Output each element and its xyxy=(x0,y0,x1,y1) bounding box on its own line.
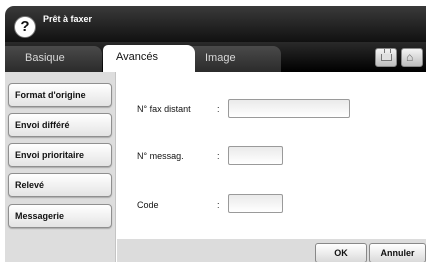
message-number-colon: : xyxy=(217,151,220,161)
message-number-field[interactable] xyxy=(228,146,283,165)
tab-bar: Basique Image Avancés ⌂ xyxy=(5,42,426,72)
sidebar-item-envoi-prioritaire[interactable]: Envoi prioritaire xyxy=(8,143,112,167)
sidebar-item-format-origine[interactable]: Format d'origine xyxy=(8,83,112,107)
tray-icon xyxy=(381,49,392,61)
home-icon: ⌂ xyxy=(406,50,414,64)
code-label: Code xyxy=(137,200,159,210)
fax-number-field[interactable] xyxy=(228,99,350,118)
help-icon[interactable]: ? xyxy=(14,16,36,38)
sidebar-item-messagerie[interactable]: Messagerie xyxy=(8,204,112,228)
title-bar: ? Prêt à faxer xyxy=(5,6,426,42)
sidebar: Format d'origine Envoi différé Envoi pri… xyxy=(5,72,116,262)
tab-avances[interactable]: Avancés xyxy=(103,45,195,72)
fax-number-label: N° fax distant xyxy=(137,104,191,114)
content-area: Format d'origine Envoi différé Envoi pri… xyxy=(5,72,426,262)
tray-button[interactable] xyxy=(375,48,397,67)
fax-number-colon: : xyxy=(217,104,220,114)
code-colon: : xyxy=(217,200,220,210)
fax-screen: ? Prêt à faxer Basique Image Avancés ⌂ F… xyxy=(0,0,426,262)
sidebar-item-envoi-differe[interactable]: Envoi différé xyxy=(8,113,112,137)
ok-button[interactable]: OK xyxy=(315,243,367,262)
cancel-button[interactable]: Annuler xyxy=(369,243,426,262)
tab-image[interactable]: Image xyxy=(191,46,281,72)
code-field[interactable] xyxy=(228,194,283,213)
home-button[interactable]: ⌂ xyxy=(401,48,423,67)
window-title: Prêt à faxer xyxy=(43,14,93,24)
message-number-label: N° messag. xyxy=(137,151,184,161)
tab-basique[interactable]: Basique xyxy=(5,46,102,72)
sidebar-item-releve[interactable]: Relevé xyxy=(8,173,112,197)
